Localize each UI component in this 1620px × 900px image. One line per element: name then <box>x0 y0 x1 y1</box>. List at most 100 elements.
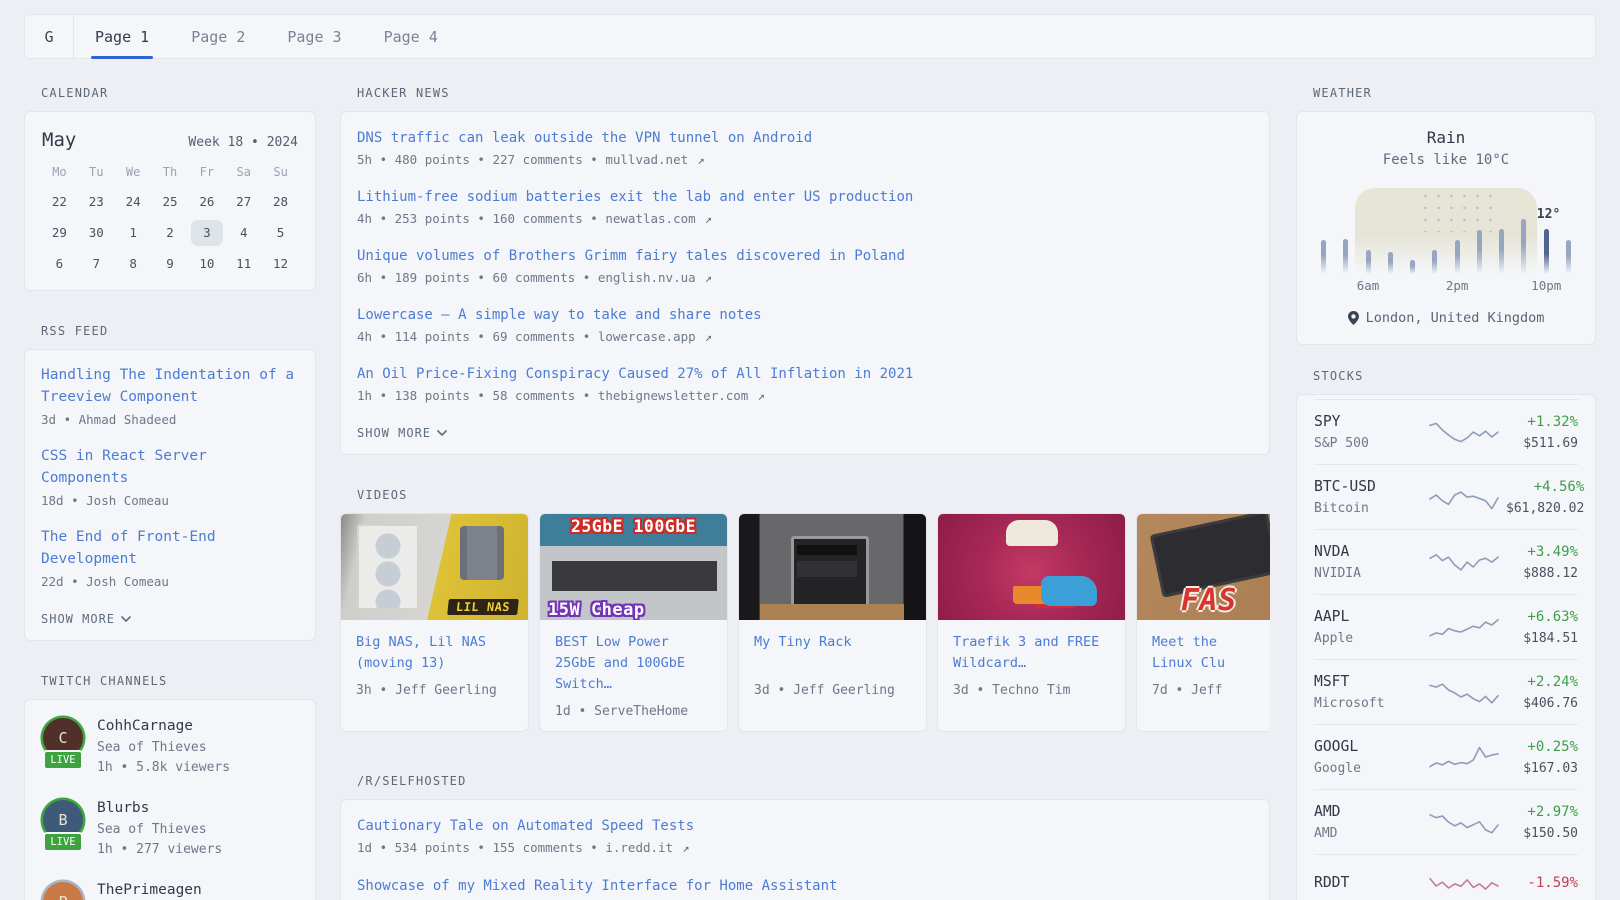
stock-name: NVIDIA <box>1314 564 1422 583</box>
hacker-news-item-link[interactable]: DNS traffic can leak outside the VPN tun… <box>357 127 1253 149</box>
stock-row[interactable]: NVDA NVIDIA +3.49% $888.12 <box>1314 529 1578 594</box>
twitch-list: C LIVE CohhCarnage Sea of Thieves 1h • 5… <box>41 716 299 900</box>
calendar-section-title: CALENDAR <box>41 86 316 100</box>
stock-sparkline <box>1428 741 1500 775</box>
reddit-item-link[interactable]: Showcase of my Mixed Reality Interface f… <box>357 875 1253 897</box>
calendar-weekday: Th <box>152 164 189 180</box>
video-title-link[interactable]: Meet the Linux Clu <box>1152 632 1270 674</box>
rss-item-link[interactable]: The End of Front-End Development <box>41 527 299 570</box>
reddit-section-title: /R/SELFHOSTED <box>357 774 1270 788</box>
video-meta: 1d • ServeTheHome <box>555 704 712 719</box>
stock-name: Google <box>1314 759 1422 778</box>
stock-identity: RDDT <box>1314 873 1422 895</box>
rss-item-link[interactable]: Handling The Indentation of a Treeview C… <box>41 365 299 408</box>
weather-condition: Rain <box>1313 128 1579 147</box>
stock-identity: NVDA NVIDIA <box>1314 542 1422 583</box>
video-thumbnail[interactable]: 25GbE 100GbE 15W Cheap <box>540 514 727 620</box>
twitch-channel-name: ThePrimeagen <box>97 880 202 900</box>
videos-section-title: VIDEOS <box>357 488 1270 502</box>
twitch-channel-row[interactable]: C LIVE CohhCarnage Sea of Thieves 1h • 5… <box>41 716 299 778</box>
stock-symbol: GOOGL <box>1314 737 1422 757</box>
twitch-avatar-wrap: P <box>41 880 97 900</box>
page-tab[interactable]: Page 3 <box>266 15 362 58</box>
hacker-news-item: DNS traffic can leak outside the VPN tun… <box>357 127 1253 171</box>
calendar-day: 27 <box>228 189 260 215</box>
hacker-news-section: HACKER NEWS DNS traffic can leak outside… <box>340 86 1270 455</box>
video-title-link[interactable]: Big NAS, Lil NAS (moving 13) <box>356 632 513 674</box>
calendar-days-grid: 222324252627282930123456789101112 <box>41 189 299 277</box>
stock-values: +4.56% $61,820.02 <box>1506 477 1584 518</box>
rss-item-link[interactable]: CSS in React Server Components <box>41 446 299 489</box>
stock-price: $61,820.02 <box>1506 499 1584 518</box>
video-title-link[interactable]: BEST Low Power 25GbE and 100GbE Switch… <box>555 632 712 695</box>
rss-item-meta: 18d • Josh Comeau <box>41 490 299 511</box>
video-card[interactable]: Traefik 3 and FREE Wildcard… 3d • Techno… <box>937 513 1126 732</box>
rss-card: Handling The Indentation of a Treeview C… <box>24 349 316 641</box>
stock-row[interactable]: BTC-USD Bitcoin +4.56% $61,820.02 <box>1314 464 1578 529</box>
video-card[interactable]: My Tiny Rack 3d • Jeff Geerling <box>738 513 927 732</box>
stock-row[interactable]: GOOGL Google +0.25% $167.03 <box>1314 724 1578 789</box>
thumbnail-text: 15W Cheap <box>548 600 645 620</box>
video-card[interactable]: LIL NAS Big NAS, Lil NAS (moving 13) 3h … <box>340 513 529 732</box>
app-logo: G <box>25 15 74 58</box>
chevron-down-icon <box>121 616 131 622</box>
stock-change: +6.63% <box>1506 607 1578 627</box>
video-thumbnail[interactable] <box>938 514 1125 620</box>
calendar-day: 30 <box>80 220 112 246</box>
hacker-news-item-link[interactable]: Lithium-free sodium batteries exit the l… <box>357 186 1253 208</box>
calendar-day: 10 <box>191 251 223 277</box>
hacker-news-item-meta: 1h • 138 points • 58 comments • thebigne… <box>357 385 1253 407</box>
page-tab[interactable]: Page 4 <box>363 15 459 58</box>
video-thumbnail[interactable]: FAS <box>1137 514 1270 620</box>
stock-change: +4.56% <box>1506 477 1584 497</box>
weather-location: London, United Kingdom <box>1366 310 1545 326</box>
stock-row[interactable]: MSFT Microsoft +2.24% $406.76 <box>1314 659 1578 724</box>
stock-values: -1.59% <box>1506 873 1578 895</box>
hacker-news-item-meta: 4h • 114 points • 69 comments • lowercas… <box>357 326 1253 348</box>
calendar-day: 1 <box>117 220 149 246</box>
stock-row[interactable]: AAPL Apple +6.63% $184.51 <box>1314 594 1578 659</box>
hacker-news-show-more[interactable]: SHOW MORE <box>357 426 447 440</box>
twitch-channel-meta: 1h • 277 viewers <box>97 840 222 860</box>
hacker-news-card: DNS traffic can leak outside the VPN tun… <box>340 111 1270 455</box>
twitch-channel-name: Blurbs <box>97 798 222 818</box>
video-thumbnail[interactable] <box>739 514 926 620</box>
location-pin-icon <box>1348 311 1359 325</box>
weather-bar <box>1410 260 1415 274</box>
stocks-section: STOCKS SPY S&P 500 +1.32% $511.69 <box>1296 369 1596 900</box>
external-link-icon: ↗ <box>698 330 712 344</box>
stock-row[interactable]: AMD AMD +2.97% $150.50 <box>1314 789 1578 854</box>
video-title-link[interactable]: My Tiny Rack <box>754 632 911 674</box>
calendar-section: CALENDAR May Week 18 • 2024 MoTuWeThFrSa… <box>24 86 316 291</box>
twitch-channel-row[interactable]: P ThePrimeagen <box>41 880 299 900</box>
stock-row[interactable]: SPY S&P 500 +1.32% $511.69 <box>1314 399 1578 464</box>
video-title-link[interactable]: Traefik 3 and FREE Wildcard… <box>953 632 1110 674</box>
rss-show-more[interactable]: SHOW MORE <box>41 612 131 626</box>
twitch-channel-row[interactable]: B LIVE Blurbs Sea of Thieves 1h • 277 vi… <box>41 798 299 860</box>
video-meta: 7d • Jeff <box>1152 683 1270 698</box>
stock-change: +1.32% <box>1506 412 1578 432</box>
rss-item: CSS in React Server Components 18d • Jos… <box>41 446 299 511</box>
hacker-news-item-meta: 6h • 189 points • 60 comments • english.… <box>357 267 1253 289</box>
stock-price: $888.12 <box>1506 564 1578 583</box>
hacker-news-item-meta: 5h • 480 points • 227 comments • mullvad… <box>357 149 1253 171</box>
hacker-news-item-link[interactable]: Lowercase – A simple way to take and sha… <box>357 304 1253 326</box>
calendar-day: 3 <box>191 220 223 246</box>
page-tab[interactable]: Page 1 <box>74 15 170 58</box>
calendar-day: 28 <box>265 189 297 215</box>
stock-sparkline <box>1428 481 1500 515</box>
hacker-news-item-link[interactable]: An Oil Price-Fixing Conspiracy Caused 27… <box>357 363 1253 385</box>
page-tab[interactable]: Page 2 <box>170 15 266 58</box>
stock-price: $184.51 <box>1506 629 1578 648</box>
video-card[interactable]: FAS Meet the Linux Clu 7d • Jeff <box>1136 513 1270 732</box>
stock-symbol: RDDT <box>1314 873 1422 893</box>
hacker-news-item-meta: 4h • 253 points • 160 comments • newatla… <box>357 208 1253 230</box>
hacker-news-item-link[interactable]: Unique volumes of Brothers Grimm fairy t… <box>357 245 1253 267</box>
video-card[interactable]: 25GbE 100GbE 15W Cheap BEST Low Power 25… <box>539 513 728 732</box>
stock-row[interactable]: RDDT -1.59% <box>1314 854 1578 900</box>
weather-bar <box>1544 229 1549 274</box>
video-thumbnail[interactable]: LIL NAS <box>341 514 528 620</box>
chevron-down-icon <box>437 430 447 436</box>
calendar-weekday: Fr <box>188 164 225 180</box>
reddit-item-link[interactable]: Cautionary Tale on Automated Speed Tests <box>357 815 1253 837</box>
